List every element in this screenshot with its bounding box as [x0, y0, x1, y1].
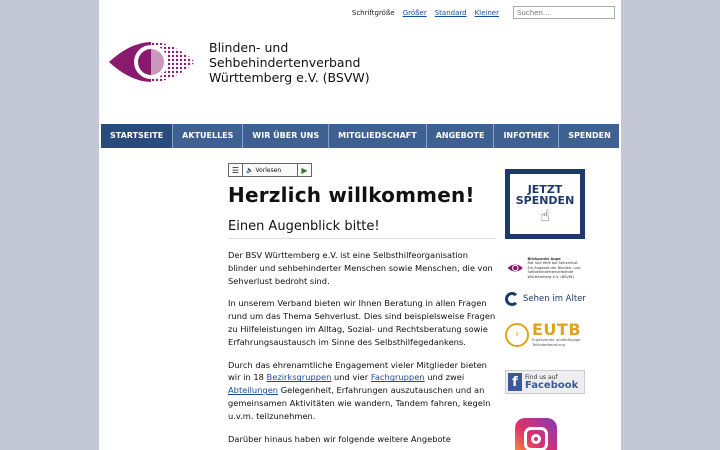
font-larger-link[interactable]: Größer	[403, 9, 427, 17]
font-size-label: Schriftgröße	[351, 8, 395, 17]
accessibility-bar: Schriftgröße Größer Standard Kleiner	[352, 6, 615, 19]
nav-item-spenden[interactable]: SPENDEN	[559, 124, 620, 148]
groups-text-3: und zwei	[424, 372, 465, 383]
eutb-banner[interactable]: › EUTB Ergänzende unabhängige Teilhabebe…	[505, 322, 581, 347]
page: Schriftgröße Größer Standard Kleiner Bli…	[99, 0, 621, 450]
nav-item-aktuelles[interactable]: AKTUELLES	[173, 124, 244, 148]
nav-item-startseite[interactable]: STARTSEITE	[101, 124, 174, 148]
sehen-im-alter-banner[interactable]: Sehen im Alter	[505, 292, 586, 306]
blickpunkt-org: Württemberg e.V. (BSVW)	[527, 274, 574, 279]
abteilungen-link[interactable]: Abteilungen	[228, 385, 278, 395]
readspeaker-bar: ☰ 🔈 Vorlesen ▶	[228, 163, 312, 177]
facebook-line2: Facebook	[525, 379, 579, 391]
blickpunkt-text: Blickpunkt Auge Rat und Hilfe bei Sehver…	[528, 257, 591, 279]
eutb-subtitle-2: Teilhabeberatung	[532, 341, 565, 347]
speaker-icon: 🔈	[246, 166, 254, 174]
instagram-icon[interactable]	[515, 418, 557, 450]
main-navigation: STARTSEITE AKTUELLES WIR ÜBER UNS MITGLI…	[101, 124, 619, 148]
font-standard-link[interactable]: Standard	[435, 9, 467, 17]
bezirksgruppen-link[interactable]: Bezirksgruppen	[267, 372, 332, 382]
org-name-line1: Blinden- und	[209, 40, 289, 55]
nav-item-infothek[interactable]: INFOTHEK	[494, 124, 560, 148]
donate-banner[interactable]: JETZT SPENDEN ☝	[505, 169, 585, 239]
sehen-im-alter-icon	[505, 292, 519, 306]
org-name-line2: Sehbehindertenverband	[209, 55, 361, 70]
org-name-line3: Württemberg e.V. (BSVW)	[209, 70, 370, 85]
blickpunkt-description: Ein Angebot der Blinden- und Sehbehinder…	[527, 265, 581, 275]
sehen-im-alter-label: Sehen im Alter	[523, 294, 586, 304]
more-offers-paragraph: Darüber hinaus haben wir folgende weiter…	[228, 433, 451, 444]
facebook-icon: f	[508, 373, 522, 391]
donate-line2: SPENDEN	[515, 194, 575, 207]
facebook-banner[interactable]: f Find us auf Facebook	[505, 370, 585, 394]
organization-name: Blinden- und Sehbehindertenverband Württ…	[209, 40, 370, 85]
eutb-arrow-icon: ›	[505, 322, 529, 347]
groups-paragraph: Durch das ehrenamtliche Engagement viele…	[228, 359, 496, 423]
eye-logo-icon	[507, 264, 523, 272]
fachgruppen-link[interactable]: Fachgruppen	[371, 372, 425, 382]
blickpunkt-auge-banner[interactable]: Blickpunkt Auge Rat und Hilfe bei Sehver…	[507, 255, 591, 281]
read-aloud-button[interactable]: 🔈 Vorlesen	[243, 167, 297, 174]
read-aloud-label: Vorlesen	[255, 166, 282, 174]
intro-paragraph: Der BSV Württemberg e.V. ist eine Selbst…	[228, 250, 493, 286]
play-icon[interactable]: ▶	[297, 164, 311, 176]
search-input[interactable]	[513, 6, 615, 19]
eutb-title: EUTB	[532, 320, 582, 339]
facebook-text: Find us auf Facebook	[525, 374, 578, 391]
main-content: ☰ 🔈 Vorlesen ▶ Herzlich willkommen! Eine…	[228, 163, 496, 445]
groups-text-2: und vier	[331, 372, 371, 383]
services-paragraph: In unserem Verband bieten wir Ihnen Bera…	[228, 298, 496, 347]
nav-item-angebote[interactable]: ANGEBOTE	[427, 124, 495, 148]
page-subtitle: Einen Augenblick bitte!	[228, 219, 496, 239]
nav-item-mitgliedschaft[interactable]: MITGLIEDSCHAFT	[329, 124, 427, 148]
pointing-hand-icon: ☝	[540, 206, 550, 225]
bsvw-logo[interactable]	[107, 30, 197, 94]
font-smaller-link[interactable]: Kleiner	[475, 9, 499, 17]
menu-icon[interactable]: ☰	[229, 164, 243, 176]
page-title: Herzlich willkommen!	[228, 183, 475, 207]
nav-item-wir-ueber-uns[interactable]: WIR ÜBER UNS	[243, 124, 330, 148]
